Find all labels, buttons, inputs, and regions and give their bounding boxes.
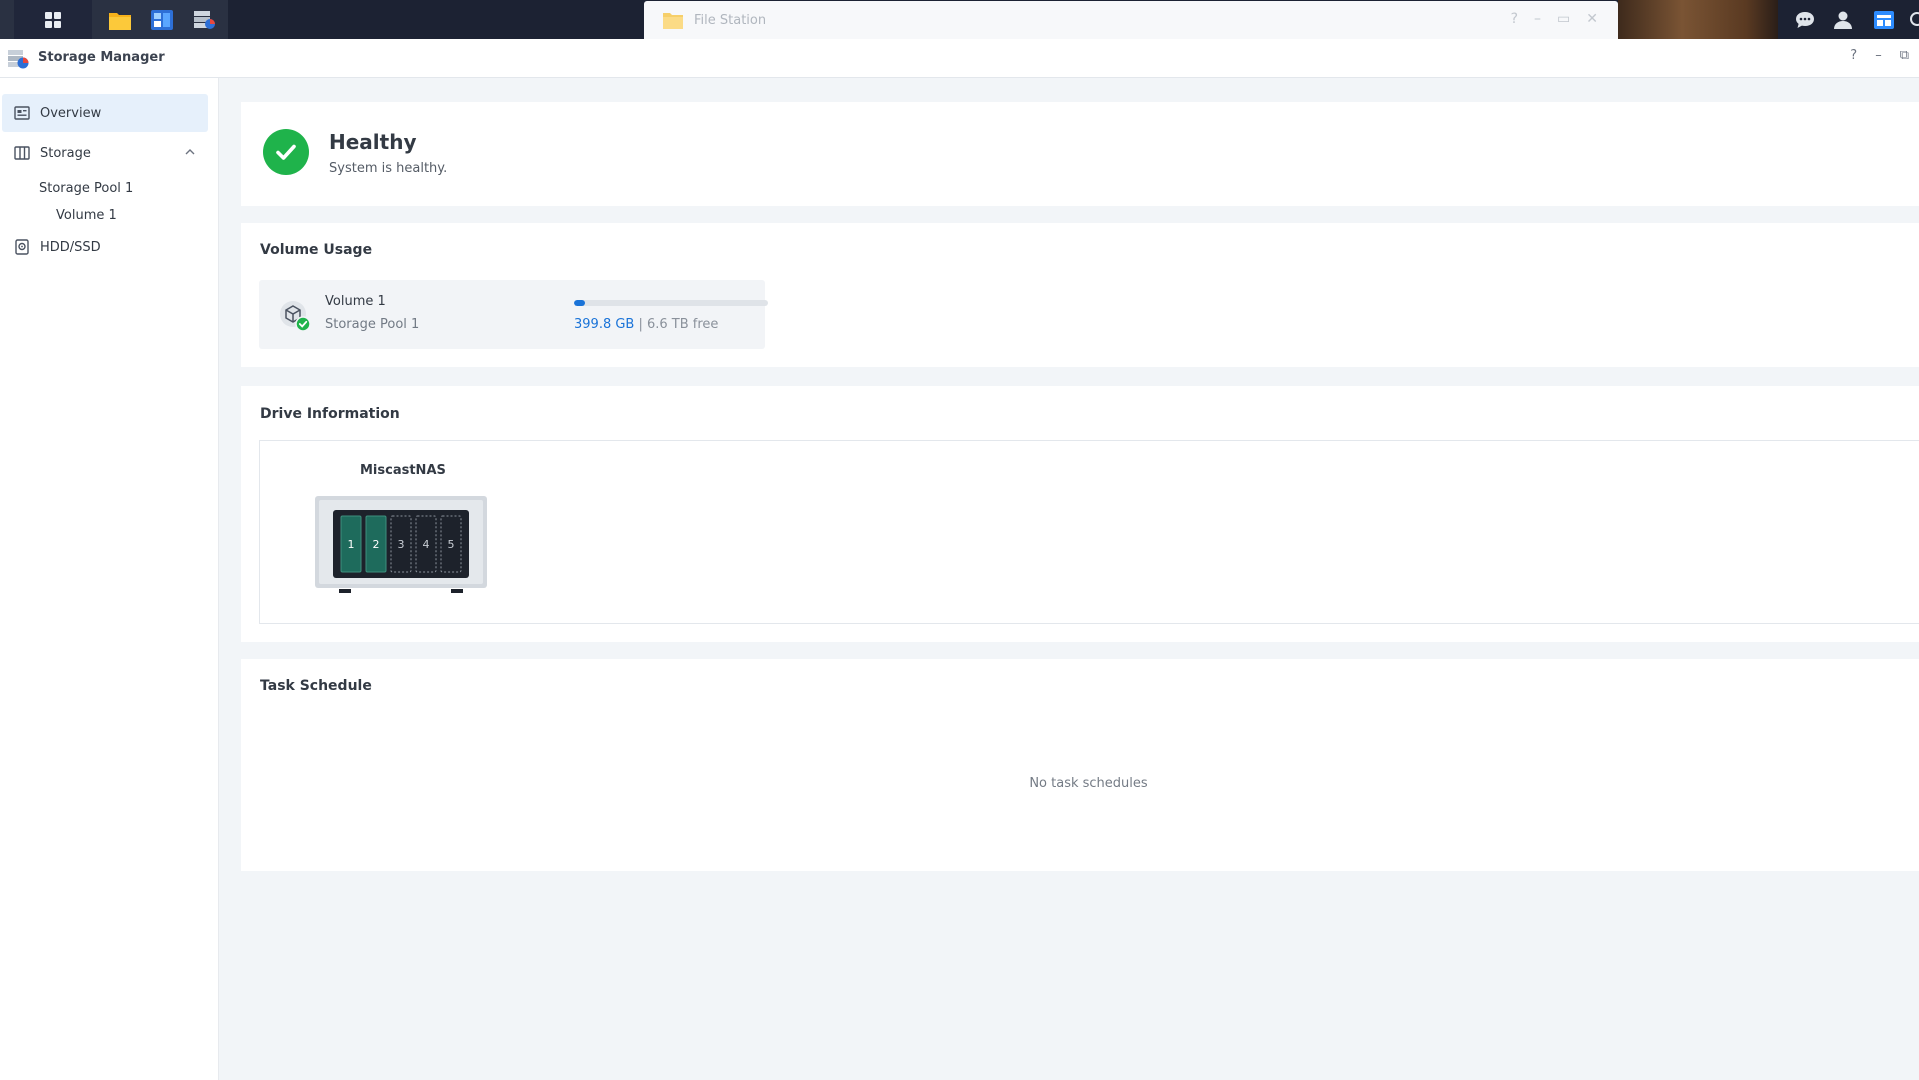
health-panel: Healthy System is healthy. bbox=[241, 102, 1919, 206]
volume-usage-bar bbox=[574, 300, 768, 306]
file-station-title: File Station bbox=[694, 13, 767, 28]
taskbar-package-center-button[interactable] bbox=[142, 0, 182, 39]
volume-usage-panel: Volume Usage Volume 1 Storage Pool 1 399… bbox=[241, 223, 1919, 367]
task-schedule-panel: Task Schedule No task schedules bbox=[241, 659, 1919, 871]
health-message: System is healthy. bbox=[329, 161, 448, 176]
drive-bay-label: 5 bbox=[448, 538, 455, 551]
drive-bay-label: 3 bbox=[398, 538, 405, 551]
window-title: Storage Manager bbox=[38, 50, 165, 65]
drive-bay-label: 2 bbox=[373, 538, 380, 551]
folder-icon bbox=[109, 12, 131, 30]
hdd-icon bbox=[14, 239, 30, 255]
chat-icon bbox=[1796, 11, 1814, 28]
volume-card[interactable]: Volume 1 Storage Pool 1 399.8 GB | 6.6 T… bbox=[259, 280, 768, 349]
health-status: Healthy bbox=[329, 130, 417, 154]
window-restore-button[interactable]: ⧉ bbox=[1900, 48, 1909, 63]
no-task-message: No task schedules bbox=[1029, 776, 1148, 791]
drive-information-panel: Drive Information MiscastNAS 1 2 3 4 5 bbox=[241, 386, 1919, 642]
drive-bay-label: 1 bbox=[348, 538, 355, 551]
package-icon bbox=[151, 9, 173, 30]
storage-icon bbox=[14, 145, 30, 161]
section-title-task-schedule: Task Schedule bbox=[260, 678, 372, 694]
volume-used: 399.8 GB bbox=[574, 317, 635, 332]
volume-usage-fill bbox=[574, 300, 586, 306]
sidebar-item-storage[interactable]: Storage bbox=[2, 134, 208, 172]
volume-free: 6.6 TB free bbox=[647, 317, 719, 332]
check-circle-icon bbox=[263, 129, 309, 175]
file-station-window-tab[interactable]: File Station ? – ▭ ✕ bbox=[644, 1, 1618, 39]
volume-usage-stats: 399.8 GB | 6.6 TB free bbox=[574, 317, 718, 332]
file-station-close-button[interactable]: ✕ bbox=[1586, 11, 1598, 27]
sidebar: Overview Storage Storage Pool 1 Volume 1… bbox=[0, 78, 219, 1080]
grid-icon bbox=[45, 11, 61, 28]
drive-information-box: MiscastNAS 1 2 3 4 5 bbox=[259, 440, 1919, 624]
taskbar: File Station ? – ▭ ✕ bbox=[0, 0, 1919, 39]
widgets-button[interactable] bbox=[1873, 0, 1895, 39]
taskbar-file-station-button[interactable] bbox=[100, 0, 140, 39]
volume-cube-icon bbox=[279, 300, 313, 338]
sidebar-item-label: Storage bbox=[40, 145, 91, 161]
nas-name: MiscastNAS bbox=[360, 463, 446, 478]
storage-manager-titlebar: Storage Manager ? – ⧉ bbox=[0, 39, 1919, 78]
file-station-help-button[interactable]: ? bbox=[1511, 11, 1518, 27]
taskbar-storage-manager-button[interactable] bbox=[184, 0, 224, 39]
volume-stats-separator: | bbox=[634, 317, 647, 332]
overview-icon bbox=[14, 105, 30, 121]
chevron-up-icon[interactable] bbox=[184, 146, 196, 162]
sidebar-item-label: HDD/SSD bbox=[40, 239, 101, 255]
volume-pool-name: Storage Pool 1 bbox=[325, 317, 420, 332]
dashboard-icon bbox=[1874, 10, 1894, 29]
sidebar-item-overview[interactable]: Overview bbox=[2, 94, 208, 132]
storage-manager-icon bbox=[194, 10, 215, 29]
file-station-minimize-button[interactable]: – bbox=[1534, 11, 1541, 27]
storage-manager-icon bbox=[8, 50, 29, 69]
section-title-drive-information: Drive Information bbox=[260, 406, 400, 422]
file-station-maximize-button[interactable]: ▭ bbox=[1557, 11, 1570, 27]
search-icon bbox=[1910, 11, 1919, 26]
notifications-button[interactable] bbox=[1794, 0, 1816, 39]
main-menu-button[interactable] bbox=[14, 0, 92, 39]
sidebar-item-storage-pool-1[interactable]: Storage Pool 1 bbox=[39, 181, 133, 196]
sidebar-item-label: Overview bbox=[40, 105, 102, 121]
search-button[interactable] bbox=[1908, 0, 1919, 39]
user-icon bbox=[1834, 11, 1852, 29]
desktop-wallpaper-strip bbox=[1618, 0, 1778, 39]
drive-bay-label: 4 bbox=[423, 538, 430, 551]
volume-name: Volume 1 bbox=[325, 294, 386, 309]
window-minimize-button[interactable]: – bbox=[1875, 48, 1882, 63]
window-help-button[interactable]: ? bbox=[1850, 48, 1857, 63]
user-menu-button[interactable] bbox=[1833, 0, 1853, 39]
sidebar-item-hdd-ssd[interactable]: HDD/SSD bbox=[2, 228, 208, 266]
section-title-volume-usage: Volume Usage bbox=[260, 242, 373, 258]
folder-icon bbox=[663, 13, 683, 29]
nas-device-illustration[interactable]: 1 2 3 4 5 bbox=[315, 496, 487, 596]
sidebar-item-volume-1[interactable]: Volume 1 bbox=[56, 208, 117, 223]
